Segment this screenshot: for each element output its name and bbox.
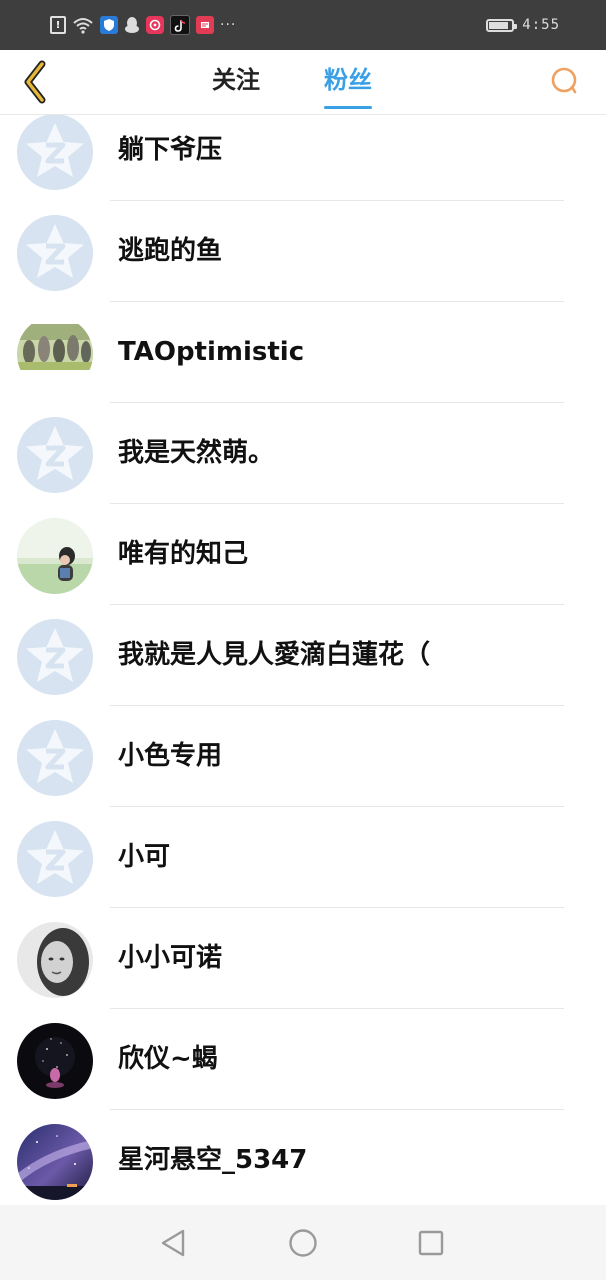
default-star-avatar-icon [17, 115, 93, 190]
default-star-avatar-icon [17, 619, 93, 695]
fan-name: 小可 [118, 842, 171, 872]
qq-penguin-icon [124, 16, 140, 34]
chevron-left-icon [24, 60, 46, 104]
avatar[interactable] [17, 1124, 93, 1200]
battery-icon [486, 18, 518, 32]
back-triangle-icon [161, 1229, 185, 1257]
fan-name: 逃跑的鱼 [118, 236, 223, 266]
fan-list-item[interactable]: 我就是人見人愛滴白蓮花（ [0, 605, 606, 706]
fans-list-content: 躺下爷压 逃跑的鱼 TAOptimistic 我是天然萌。 唯有的知己 我就是人… [0, 115, 606, 1205]
clock: 4:55 [522, 17, 560, 33]
default-star-avatar-icon [17, 720, 93, 796]
recents-square-icon [418, 1230, 444, 1256]
fan-name: TAOptimistic [118, 337, 305, 367]
tiktok-icon [170, 15, 190, 35]
fan-name: 小色专用 [118, 741, 223, 771]
fan-list-item[interactable]: 星河悬空_5347 [0, 1110, 606, 1205]
avatar-image [17, 922, 93, 998]
search-button[interactable] [542, 58, 588, 104]
fan-list-item[interactable]: 躺下爷压 [0, 115, 606, 201]
tab-fans-label: 粉丝 [324, 66, 372, 94]
fan-name: 唯有的知己 [118, 539, 249, 569]
fans-list[interactable]: 躺下爷压 逃跑的鱼 TAOptimistic 我是天然萌。 唯有的知己 我就是人… [0, 115, 606, 1205]
avatar[interactable] [17, 115, 93, 190]
fan-name: 欣仪~蝎 [118, 1044, 218, 1074]
default-star-avatar-icon [17, 821, 93, 897]
fan-list-item[interactable]: 小小可诺 [0, 908, 606, 1009]
more-notifications-indicator: ··· [220, 17, 237, 33]
avatar[interactable] [17, 619, 93, 695]
fan-list-item[interactable]: 小色专用 [0, 706, 606, 807]
home-circle-icon [289, 1229, 317, 1257]
fan-name: 小小可诺 [118, 943, 223, 973]
avatar-image [17, 316, 93, 392]
avatar[interactable] [17, 1023, 93, 1099]
fan-list-item[interactable]: 小可 [0, 807, 606, 908]
fan-list-item[interactable]: 欣仪~蝎 [0, 1009, 606, 1110]
avatar[interactable] [17, 821, 93, 897]
default-star-avatar-icon [17, 215, 93, 291]
avatar[interactable] [17, 720, 93, 796]
tab-fans[interactable]: 粉丝 [324, 62, 372, 109]
fan-list-item[interactable]: 唯有的知己 [0, 504, 606, 605]
nav-recents-button[interactable] [413, 1225, 449, 1261]
status-bar: ! ··· 4:55 [0, 0, 606, 50]
search-icon [551, 67, 577, 94]
tab-following[interactable]: 关注 [212, 62, 260, 102]
fan-list-item[interactable]: 我是天然萌。 [0, 403, 606, 504]
nav-home-button[interactable] [285, 1225, 321, 1261]
fan-list-item[interactable]: TAOptimistic [0, 302, 606, 403]
avatar[interactable] [17, 922, 93, 998]
avatar-image [17, 1124, 93, 1200]
shield-app-icon [100, 16, 118, 34]
netease-music-icon [146, 16, 164, 34]
news-app-icon [196, 16, 214, 34]
battery-level [489, 21, 509, 29]
wifi-icon [72, 16, 94, 34]
fan-name: 星河悬空_5347 [118, 1145, 308, 1175]
fan-name: 躺下爷压 [118, 135, 223, 165]
back-button[interactable] [10, 54, 60, 110]
active-tab-indicator [324, 106, 372, 109]
fan-name: 我是天然萌。 [118, 438, 275, 468]
avatar-image [17, 518, 93, 594]
alert-icon: ! [50, 16, 66, 34]
avatar[interactable] [17, 215, 93, 291]
avatar[interactable] [17, 316, 93, 392]
status-bar-system: 4:55 [486, 14, 560, 36]
fan-name: 我就是人見人愛滴白蓮花（ [118, 640, 431, 670]
default-star-avatar-icon [17, 417, 93, 493]
top-navigation: 关注 粉丝 [0, 50, 606, 115]
avatar[interactable] [17, 417, 93, 493]
nav-back-button[interactable] [155, 1225, 191, 1261]
fan-list-item[interactable]: 逃跑的鱼 [0, 201, 606, 302]
avatar[interactable] [17, 518, 93, 594]
status-bar-notifications: ! ··· [50, 13, 236, 37]
system-navigation-bar [0, 1205, 606, 1280]
avatar-image [17, 1023, 93, 1099]
